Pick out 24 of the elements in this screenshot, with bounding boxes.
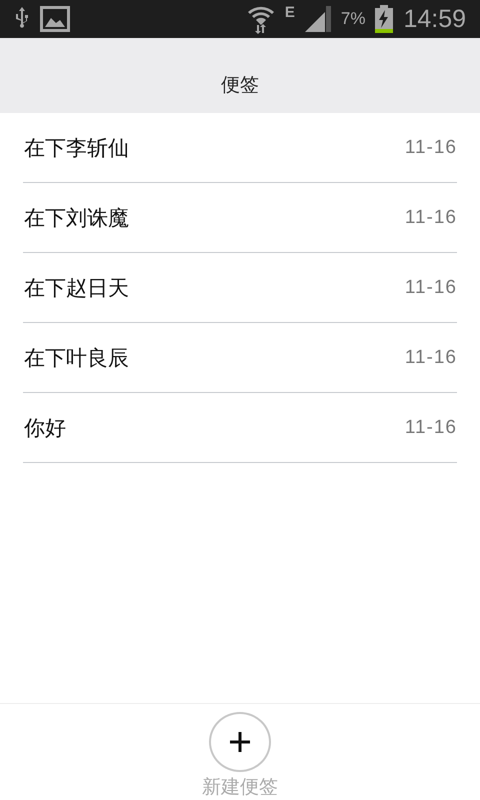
network-type: E [284, 4, 295, 21]
note-date: 11-16 [404, 346, 457, 368]
clock: 14:59 [403, 4, 466, 34]
battery-charging-icon [375, 5, 394, 33]
wifi-icon [246, 4, 275, 34]
page-title: 便签 [221, 72, 259, 98]
note-title: 你好 [23, 414, 66, 442]
note-item[interactable]: 你好 11-16 [23, 393, 457, 463]
note-date: 11-16 [404, 276, 457, 298]
note-date: 11-16 [404, 206, 457, 228]
note-item[interactable]: 在下刘诛魔 11-16 [23, 183, 457, 253]
note-item[interactable]: 在下李斩仙 11-16 [23, 113, 457, 183]
plus-icon [229, 731, 251, 753]
image-icon [40, 6, 70, 32]
note-item[interactable]: 在下赵日天 11-16 [23, 253, 457, 323]
note-title: 在下李斩仙 [23, 134, 129, 162]
battery-percent: 7% [340, 9, 366, 29]
signal-icon [304, 6, 331, 32]
note-date: 11-16 [404, 136, 457, 158]
note-title: 在下叶良辰 [23, 344, 129, 372]
note-date: 11-16 [404, 416, 457, 438]
note-item[interactable]: 在下叶良辰 11-16 [23, 323, 457, 393]
note-title: 在下刘诛魔 [23, 204, 129, 232]
note-title: 在下赵日天 [23, 274, 129, 302]
